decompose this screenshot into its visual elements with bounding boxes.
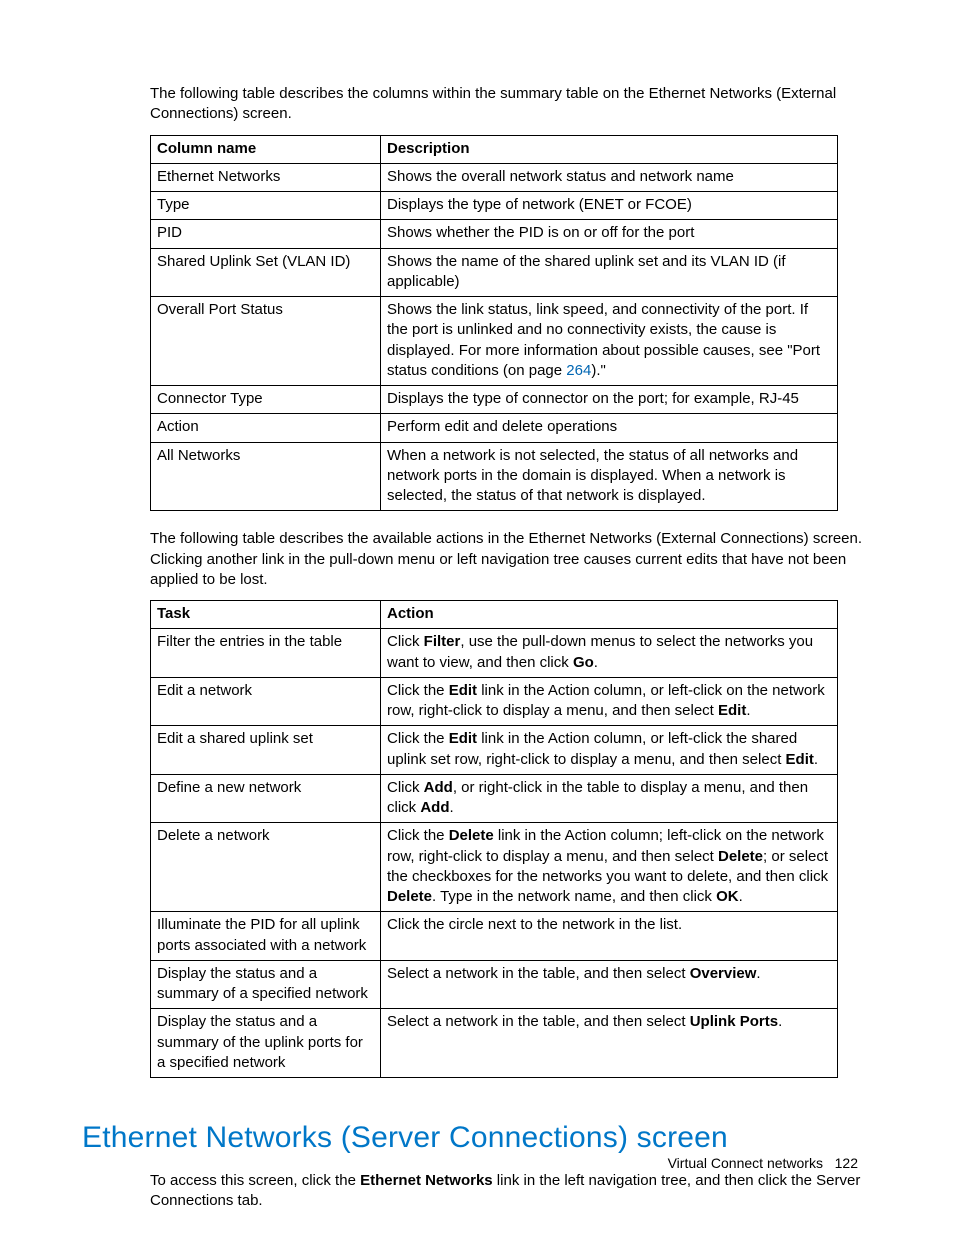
cell-task: Display the status and a summary of a sp… xyxy=(151,960,381,1009)
text: Click the xyxy=(387,730,449,747)
table-row: Define a new network Click Add, or right… xyxy=(151,774,838,823)
bold-text: Edit xyxy=(449,730,477,747)
table-row: All Networks When a network is not selec… xyxy=(151,442,838,511)
table-row: Ethernet Networks Shows the overall netw… xyxy=(151,163,838,191)
table-row: Connector Type Displays the type of conn… xyxy=(151,386,838,414)
bold-text: Delete xyxy=(387,888,432,905)
table-header-row: Column name Description xyxy=(151,135,838,163)
text: Select a network in the table, and then … xyxy=(387,1013,690,1030)
text: Click the xyxy=(387,682,449,699)
cell-task: Define a new network xyxy=(151,774,381,823)
bold-text: Filter xyxy=(424,633,461,650)
cell-desc: Shows the name of the shared uplink set … xyxy=(381,248,838,297)
bold-text: OK xyxy=(716,888,739,905)
section-heading: Ethernet Networks (Server Connections) s… xyxy=(82,1118,872,1159)
desc-text-post: )." xyxy=(591,362,606,379)
cell-name: All Networks xyxy=(151,442,381,511)
table-row: PID Shows whether the PID is on or off f… xyxy=(151,220,838,248)
cell-desc: Shows the overall network status and net… xyxy=(381,163,838,191)
bold-text: Add xyxy=(424,779,453,796)
footer-label: Virtual Connect networks xyxy=(668,1155,823,1171)
table-row: Type Displays the type of network (ENET … xyxy=(151,192,838,220)
cell-action: Click the Edit link in the Action column… xyxy=(381,726,838,775)
table-row: Shared Uplink Set (VLAN ID) Shows the na… xyxy=(151,248,838,297)
cell-task: Illuminate the PID for all uplink ports … xyxy=(151,912,381,961)
cell-name: Ethernet Networks xyxy=(151,163,381,191)
bold-text: Ethernet Networks xyxy=(360,1172,493,1189)
cell-desc: Displays the type of network (ENET or FC… xyxy=(381,192,838,220)
bold-text: Edit xyxy=(786,751,814,768)
bold-text: Delete xyxy=(718,848,763,865)
table-row: Display the status and a summary of the … xyxy=(151,1009,838,1078)
cell-task: Edit a network xyxy=(151,677,381,726)
bold-text: Edit xyxy=(718,702,746,719)
intro-paragraph-2: The following table describes the availa… xyxy=(82,529,872,590)
intro-paragraph-1: The following table describes the column… xyxy=(82,84,872,125)
columns-table: Column name Description Ethernet Network… xyxy=(150,135,838,512)
cell-desc: Perform edit and delete operations xyxy=(381,414,838,442)
cell-name: Action xyxy=(151,414,381,442)
actions-table: Task Action Filter the entries in the ta… xyxy=(150,600,838,1078)
text: . xyxy=(756,965,760,982)
text: . Type in the network name, and then cli… xyxy=(432,888,716,905)
cell-task: Edit a shared uplink set xyxy=(151,726,381,775)
bold-text: Edit xyxy=(449,682,477,699)
cell-action: Click Add, or right-click in the table t… xyxy=(381,774,838,823)
col-header-task: Task xyxy=(151,601,381,629)
cell-desc: When a network is not selected, the stat… xyxy=(381,442,838,511)
table-header-row: Task Action xyxy=(151,601,838,629)
bold-text: Uplink Ports xyxy=(690,1013,778,1030)
text: . xyxy=(778,1013,782,1030)
footer-page-number: 122 xyxy=(835,1155,858,1171)
table-row: Edit a shared uplink set Click the Edit … xyxy=(151,726,838,775)
col-header-name: Column name xyxy=(151,135,381,163)
text: Click xyxy=(387,779,424,796)
text: . xyxy=(739,888,743,905)
table-row: Filter the entries in the table Click Fi… xyxy=(151,629,838,678)
text: Click the circle next to the network in … xyxy=(387,916,682,933)
bold-text: Overview xyxy=(690,965,757,982)
cell-task: Display the status and a summary of the … xyxy=(151,1009,381,1078)
cell-action: Select a network in the table, and then … xyxy=(381,1009,838,1078)
cell-name: Overall Port Status xyxy=(151,297,381,386)
text: Select a network in the table, and then … xyxy=(387,965,690,982)
cell-name: Shared Uplink Set (VLAN ID) xyxy=(151,248,381,297)
text: . xyxy=(814,751,818,768)
page-footer: Virtual Connect networks 122 xyxy=(668,1154,858,1173)
text: . xyxy=(594,654,598,671)
cell-action: Click Filter, use the pull-down menus to… xyxy=(381,629,838,678)
table-row: Delete a network Click the Delete link i… xyxy=(151,823,838,912)
table-row: Overall Port Status Shows the link statu… xyxy=(151,297,838,386)
cell-desc: Shows the link status, link speed, and c… xyxy=(381,297,838,386)
table-row: Display the status and a summary of a sp… xyxy=(151,960,838,1009)
col-header-action: Action xyxy=(381,601,838,629)
text: . xyxy=(450,799,454,816)
bold-text: Go xyxy=(573,654,594,671)
cell-action: Click the circle next to the network in … xyxy=(381,912,838,961)
cell-desc: Displays the type of connector on the po… xyxy=(381,386,838,414)
page-link-264[interactable]: 264 xyxy=(566,362,591,379)
bold-text: Add xyxy=(420,799,449,816)
text: Click xyxy=(387,633,424,650)
cell-action: Click the Delete link in the Action colu… xyxy=(381,823,838,912)
cell-action: Click the Edit link in the Action column… xyxy=(381,677,838,726)
table-row: Edit a network Click the Edit link in th… xyxy=(151,677,838,726)
section-body: To access this screen, click the Etherne… xyxy=(82,1171,872,1212)
cell-task: Delete a network xyxy=(151,823,381,912)
text: . xyxy=(746,702,750,719)
cell-desc: Shows whether the PID is on or off for t… xyxy=(381,220,838,248)
cell-name: Connector Type xyxy=(151,386,381,414)
table-row: Illuminate the PID for all uplink ports … xyxy=(151,912,838,961)
col-header-desc: Description xyxy=(381,135,838,163)
cell-name: Type xyxy=(151,192,381,220)
bold-text: Delete xyxy=(449,827,494,844)
text: Click the xyxy=(387,827,449,844)
cell-action: Select a network in the table, and then … xyxy=(381,960,838,1009)
cell-task: Filter the entries in the table xyxy=(151,629,381,678)
text: To access this screen, click the xyxy=(150,1172,360,1189)
cell-name: PID xyxy=(151,220,381,248)
table-row: Action Perform edit and delete operation… xyxy=(151,414,838,442)
